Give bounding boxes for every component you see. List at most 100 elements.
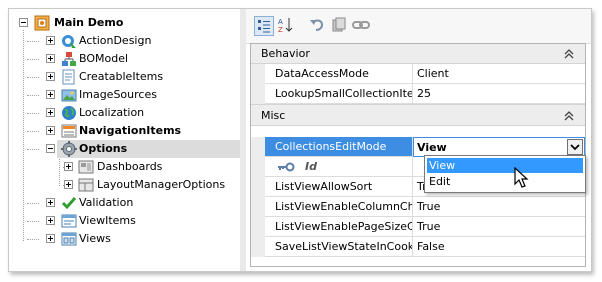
row-gutter	[251, 157, 265, 177]
combobox-value: View	[417, 141, 447, 154]
navigation-items-icon	[61, 123, 77, 139]
category-behavior[interactable]: Behavior	[251, 44, 585, 64]
tree-node-view-items[interactable]: ViewItems	[9, 212, 240, 230]
expand-toggle[interactable]	[46, 72, 55, 81]
property-name: DataAccessMode	[265, 64, 413, 84]
collapse-toggle[interactable]	[46, 144, 55, 153]
model-editor-window: Main Demo ActionDesign BOModel Creatable…	[8, 8, 592, 272]
svg-text:A: A	[278, 18, 283, 26]
tree-node-action-design[interactable]: ActionDesign	[9, 32, 240, 50]
expand-toggle[interactable]	[46, 90, 55, 99]
action-design-icon	[61, 33, 77, 49]
expand-toggle[interactable]	[46, 54, 55, 63]
row-gutter	[251, 64, 265, 84]
tree-node-dashboards[interactable]: Dashboards	[9, 158, 240, 176]
collapse-toggle[interactable]	[19, 18, 28, 27]
property-row-collections-edit-mode[interactable]: CollectionsEditMode View	[251, 137, 585, 157]
property-grid-toolbar: AZ	[246, 9, 591, 44]
expand-toggle[interactable]	[46, 126, 55, 135]
tree-node-label: Options	[79, 142, 128, 155]
category-label: Misc	[261, 109, 286, 122]
tree-node-label: Main Demo	[54, 16, 124, 29]
gear-icon	[61, 141, 77, 157]
link-button[interactable]	[352, 16, 372, 36]
collapse-chevron-icon[interactable]	[563, 110, 575, 122]
navigation-tree: Main Demo ActionDesign BOModel Creatable…	[9, 9, 240, 271]
property-name: ListViewAllowSort	[265, 177, 413, 197]
expand-toggle[interactable]	[64, 162, 73, 171]
row-gutter	[251, 237, 265, 257]
tree-node-label: LayoutManagerOptions	[97, 178, 226, 191]
property-row-lookup-small-collection[interactable]: LookupSmallCollectionItemCount 25	[251, 84, 585, 104]
categorized-view-button[interactable]	[254, 16, 274, 36]
property-value[interactable]: True	[413, 197, 585, 217]
view-items-icon	[61, 213, 77, 229]
key-icon	[278, 162, 295, 172]
undo-icon	[310, 19, 324, 31]
image-sources-icon	[61, 87, 77, 103]
tree-node-label: CreatableItems	[79, 70, 164, 83]
property-row-data-access-mode[interactable]: DataAccessMode Client	[251, 64, 585, 84]
undo-button[interactable]	[308, 16, 328, 36]
property-row-save-list-view-state-in-cookies[interactable]: SaveListViewStateInCookies False	[251, 237, 585, 257]
row-gutter	[251, 137, 265, 157]
chevron-down-icon	[570, 144, 580, 151]
creatable-items-icon	[61, 69, 77, 85]
views-icon	[61, 231, 77, 247]
property-name: SaveListViewStateInCookies	[265, 237, 413, 257]
tree-node-label: Localization	[79, 106, 145, 119]
expand-toggle[interactable]	[46, 234, 55, 243]
tree-node-label: ActionDesign	[79, 34, 152, 47]
category-misc[interactable]: Misc	[251, 104, 585, 126]
property-row-list-view-enable-column-chooser[interactable]: ListViewEnableColumnChooser True	[251, 197, 585, 217]
tree-node-options[interactable]: Options	[46, 140, 240, 158]
collections-edit-mode-combobox[interactable]: View	[413, 137, 585, 157]
tree-node-main-demo[interactable]: Main Demo	[9, 14, 240, 32]
collections-edit-mode-dropdown-list: View Edit	[424, 155, 586, 193]
property-value[interactable]: False	[413, 237, 585, 257]
tree-node-label: Dashboards	[97, 160, 163, 173]
expand-toggle[interactable]	[46, 198, 55, 207]
row-gutter	[251, 197, 265, 217]
category-label: Behavior	[261, 47, 310, 60]
link-icon	[352, 21, 370, 29]
expand-toggle[interactable]	[46, 216, 55, 225]
globe-icon	[61, 105, 77, 121]
tree-node-layout-manager-options[interactable]: LayoutManagerOptions	[9, 176, 240, 194]
property-name: CollectionsEditMode	[265, 137, 413, 157]
svg-text:Z: Z	[278, 26, 283, 34]
tree-node-creatable-items[interactable]: CreatableItems	[9, 68, 240, 86]
layout-manager-icon	[78, 177, 94, 193]
tree-node-bo-model[interactable]: BOModel	[9, 50, 240, 68]
expand-toggle[interactable]	[46, 36, 55, 45]
tree-node-label: ViewItems	[79, 214, 136, 227]
copy-button[interactable]	[330, 16, 350, 36]
expand-toggle[interactable]	[64, 180, 73, 189]
dropdown-button[interactable]	[567, 139, 583, 155]
copy-icon	[332, 17, 346, 32]
dropdown-option-edit[interactable]: Edit	[427, 174, 583, 189]
tree-node-localization[interactable]: Localization	[9, 104, 240, 122]
tree-node-label: NavigationItems	[79, 124, 182, 137]
tree-node-validation[interactable]: Validation	[9, 194, 240, 212]
expand-toggle[interactable]	[46, 108, 55, 117]
property-grid: AZ Behavior DataAccessMode Client Lookup…	[246, 9, 591, 271]
tree-node-navigation-items[interactable]: NavigationItems	[9, 122, 240, 140]
tree-node-views[interactable]: Views	[9, 230, 240, 248]
collapse-chevron-icon[interactable]	[563, 48, 575, 60]
mouse-cursor-icon	[514, 167, 529, 188]
row-gutter	[251, 177, 265, 197]
property-row-list-view-enable-page-size-chooser[interactable]: ListViewEnablePageSizeChooser True	[251, 217, 585, 237]
dropdown-option-view[interactable]: View	[427, 158, 583, 173]
property-value[interactable]: Client	[413, 64, 585, 84]
bo-model-icon	[61, 51, 77, 67]
row-gutter	[251, 84, 265, 104]
alphabetical-sort-button[interactable]: AZ	[276, 16, 296, 36]
property-value[interactable]: 25	[413, 84, 585, 104]
row-gutter	[251, 217, 265, 237]
checkmark-icon	[61, 195, 77, 211]
tree-node-label: BOModel	[79, 52, 129, 65]
property-value[interactable]: True	[413, 217, 585, 237]
tree-connector-line	[27, 149, 39, 150]
tree-node-image-sources[interactable]: ImageSources	[9, 86, 240, 104]
